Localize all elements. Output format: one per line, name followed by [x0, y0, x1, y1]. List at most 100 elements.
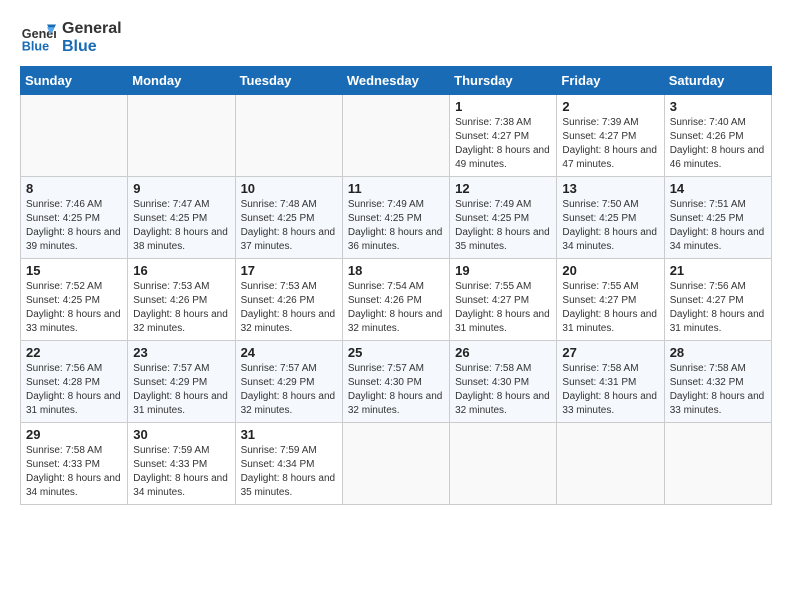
- day-info: Sunrise: 7:56 AMSunset: 4:27 PMDaylight:…: [670, 280, 766, 336]
- day-cell-16: 16 Sunrise: 7:53 AMSunset: 4:26 PMDayligh…: [128, 259, 235, 341]
- day-info: Sunrise: 7:58 AMSunset: 4:31 PMDaylight:…: [562, 362, 658, 418]
- week-row-3: 15 Sunrise: 7:52 AMSunset: 4:25 PMDayligh…: [21, 259, 772, 341]
- day-cell-13: 13 Sunrise: 7:50 AMSunset: 4:25 PMDayligh…: [557, 177, 664, 259]
- day-info: Sunrise: 7:59 AMSunset: 4:33 PMDaylight:…: [133, 444, 229, 500]
- empty-cell: [342, 95, 449, 177]
- week-row-4: 22 Sunrise: 7:56 AMSunset: 4:28 PMDayligh…: [21, 341, 772, 423]
- day-info: Sunrise: 7:46 AMSunset: 4:25 PMDaylight:…: [26, 198, 122, 254]
- day-cell-31: 31Sunrise: 7:59 AMSunset: 4:34 PMDayligh…: [235, 423, 342, 505]
- day-info: Sunrise: 7:54 AMSunset: 4:26 PMDaylight:…: [348, 280, 444, 336]
- day-info: Sunrise: 7:57 AMSunset: 4:29 PMDaylight:…: [133, 362, 229, 418]
- day-number: 17: [241, 263, 337, 278]
- day-info: Sunrise: 7:57 AMSunset: 4:30 PMDaylight:…: [348, 362, 444, 418]
- day-info: Sunrise: 7:50 AMSunset: 4:25 PMDaylight:…: [562, 198, 658, 254]
- empty-cell: [21, 95, 128, 177]
- col-header-saturday: Saturday: [664, 67, 771, 95]
- day-info: Sunrise: 7:52 AMSunset: 4:25 PMDaylight:…: [26, 280, 122, 336]
- week-row-2: 8Sunrise: 7:46 AMSunset: 4:25 PMDaylight…: [21, 177, 772, 259]
- col-header-friday: Friday: [557, 67, 664, 95]
- day-cell-12: 12 Sunrise: 7:49 AMSunset: 4:25 PMDayligh…: [450, 177, 557, 259]
- empty-cell: [664, 423, 771, 505]
- logo-icon: General Blue: [20, 20, 56, 56]
- day-number: 29: [26, 427, 122, 442]
- day-info: Sunrise: 7:49 AMSunset: 4:25 PMDaylight:…: [348, 198, 444, 254]
- day-number: 23: [133, 345, 229, 360]
- day-number: 11: [348, 181, 444, 196]
- day-info: Sunrise: 7:58 AMSunset: 4:30 PMDaylight:…: [455, 362, 551, 418]
- day-cell-21: 21 Sunrise: 7:56 AMSunset: 4:27 PMDayligh…: [664, 259, 771, 341]
- day-info: Sunrise: 7:58 AMSunset: 4:32 PMDaylight:…: [670, 362, 766, 418]
- day-cell-28: 28 Sunrise: 7:58 AMSunset: 4:32 PMDayligh…: [664, 341, 771, 423]
- day-cell-26: 26 Sunrise: 7:58 AMSunset: 4:30 PMDayligh…: [450, 341, 557, 423]
- day-info: Sunrise: 7:53 AMSunset: 4:26 PMDaylight:…: [133, 280, 229, 336]
- day-info: Sunrise: 7:57 AMSunset: 4:29 PMDaylight:…: [241, 362, 337, 418]
- day-number: 10: [241, 181, 337, 196]
- day-cell-29: 29 Sunrise: 7:58 AMSunset: 4:33 PMDayligh…: [21, 423, 128, 505]
- day-info: Sunrise: 7:49 AMSunset: 4:25 PMDaylight:…: [455, 198, 551, 254]
- header: General Blue General Blue: [20, 20, 772, 56]
- col-header-wednesday: Wednesday: [342, 67, 449, 95]
- day-number: 13: [562, 181, 658, 196]
- logo-general: General: [62, 20, 122, 38]
- day-info: Sunrise: 7:55 AMSunset: 4:27 PMDaylight:…: [455, 280, 551, 336]
- day-number: 2: [562, 99, 658, 114]
- calendar-table: SundayMondayTuesdayWednesdayThursdayFrid…: [20, 66, 772, 505]
- logo: General Blue General Blue: [20, 20, 122, 56]
- empty-cell: [342, 423, 449, 505]
- day-number: 18: [348, 263, 444, 278]
- day-cell-11: 11 Sunrise: 7:49 AMSunset: 4:25 PMDayligh…: [342, 177, 449, 259]
- day-number: 25: [348, 345, 444, 360]
- week-row-5: 29 Sunrise: 7:58 AMSunset: 4:33 PMDayligh…: [21, 423, 772, 505]
- day-number: 22: [26, 345, 122, 360]
- day-info: Sunrise: 7:56 AMSunset: 4:28 PMDaylight:…: [26, 362, 122, 418]
- day-cell-27: 27 Sunrise: 7:58 AMSunset: 4:31 PMDayligh…: [557, 341, 664, 423]
- day-cell-3: 3 Sunrise: 7:40 AMSunset: 4:26 PMDaylight…: [664, 95, 771, 177]
- day-number: 20: [562, 263, 658, 278]
- day-cell-17: 17Sunrise: 7:53 AMSunset: 4:26 PMDayligh…: [235, 259, 342, 341]
- day-info: Sunrise: 7:40 AMSunset: 4:26 PMDaylight:…: [670, 116, 766, 172]
- day-info: Sunrise: 7:55 AMSunset: 4:27 PMDaylight:…: [562, 280, 658, 336]
- empty-cell: [128, 95, 235, 177]
- svg-text:Blue: Blue: [22, 40, 49, 54]
- day-cell-25: 25 Sunrise: 7:57 AMSunset: 4:30 PMDayligh…: [342, 341, 449, 423]
- day-number: 19: [455, 263, 551, 278]
- day-cell-24: 24 Sunrise: 7:57 AMSunset: 4:29 PMDayligh…: [235, 341, 342, 423]
- day-number: 24: [241, 345, 337, 360]
- day-cell-10: 10 Sunrise: 7:48 AMSunset: 4:25 PMDayligh…: [235, 177, 342, 259]
- day-info: Sunrise: 7:39 AMSunset: 4:27 PMDaylight:…: [562, 116, 658, 172]
- col-header-sunday: Sunday: [21, 67, 128, 95]
- day-number: 16: [133, 263, 229, 278]
- col-header-tuesday: Tuesday: [235, 67, 342, 95]
- day-cell-1: 1 Sunrise: 7:38 AMSunset: 4:27 PMDaylight…: [450, 95, 557, 177]
- day-cell-2: 2 Sunrise: 7:39 AMSunset: 4:27 PMDaylight…: [557, 95, 664, 177]
- day-info: Sunrise: 7:38 AMSunset: 4:27 PMDaylight:…: [455, 116, 551, 172]
- week-row-1: 1 Sunrise: 7:38 AMSunset: 4:27 PMDaylight…: [21, 95, 772, 177]
- day-info: Sunrise: 7:58 AMSunset: 4:33 PMDaylight:…: [26, 444, 122, 500]
- day-number: 12: [455, 181, 551, 196]
- day-number: 14: [670, 181, 766, 196]
- day-info: Sunrise: 7:51 AMSunset: 4:25 PMDaylight:…: [670, 198, 766, 254]
- day-cell-8: 8Sunrise: 7:46 AMSunset: 4:25 PMDaylight…: [21, 177, 128, 259]
- day-number: 27: [562, 345, 658, 360]
- day-number: 28: [670, 345, 766, 360]
- day-number: 21: [670, 263, 766, 278]
- day-cell-14: 14 Sunrise: 7:51 AMSunset: 4:25 PMDayligh…: [664, 177, 771, 259]
- day-number: 3: [670, 99, 766, 114]
- day-number: 15: [26, 263, 122, 278]
- header-row: SundayMondayTuesdayWednesdayThursdayFrid…: [21, 67, 772, 95]
- empty-cell: [557, 423, 664, 505]
- day-number: 9: [133, 181, 229, 196]
- day-cell-20: 20 Sunrise: 7:55 AMSunset: 4:27 PMDayligh…: [557, 259, 664, 341]
- day-cell-22: 22 Sunrise: 7:56 AMSunset: 4:28 PMDayligh…: [21, 341, 128, 423]
- day-number: 26: [455, 345, 551, 360]
- col-header-monday: Monday: [128, 67, 235, 95]
- col-header-thursday: Thursday: [450, 67, 557, 95]
- day-cell-30: 30Sunrise: 7:59 AMSunset: 4:33 PMDayligh…: [128, 423, 235, 505]
- day-cell-18: 18 Sunrise: 7:54 AMSunset: 4:26 PMDayligh…: [342, 259, 449, 341]
- empty-cell: [450, 423, 557, 505]
- empty-cell: [235, 95, 342, 177]
- day-number: 1: [455, 99, 551, 114]
- day-number: 31: [241, 427, 337, 442]
- day-info: Sunrise: 7:48 AMSunset: 4:25 PMDaylight:…: [241, 198, 337, 254]
- day-cell-19: 19 Sunrise: 7:55 AMSunset: 4:27 PMDayligh…: [450, 259, 557, 341]
